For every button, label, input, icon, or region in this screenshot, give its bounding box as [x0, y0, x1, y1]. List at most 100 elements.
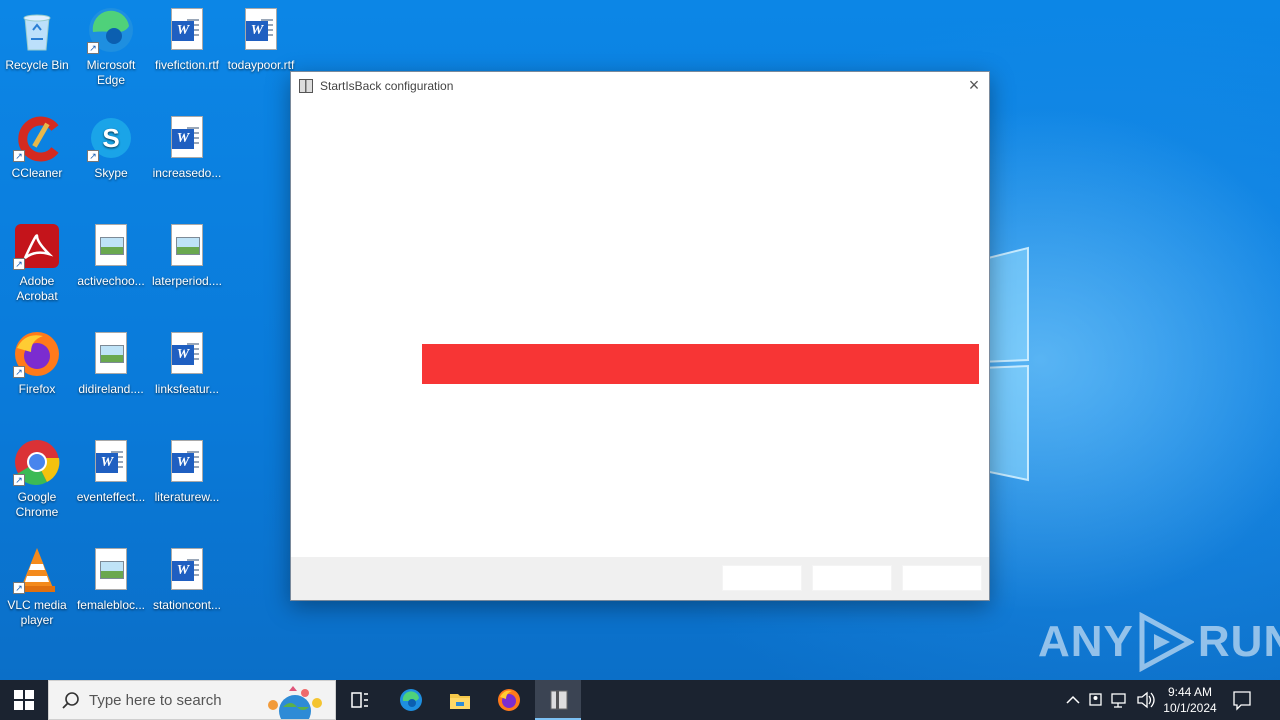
dialog-footer [291, 557, 989, 600]
notifications-icon[interactable] [1230, 680, 1254, 720]
acrobat-icon: ↗ [13, 222, 61, 270]
close-button[interactable]: × [959, 72, 989, 100]
desktop-icon-label: Microsoft Edge [86, 58, 136, 87]
desktop-icon-label: literaturew... [154, 490, 220, 504]
desktop-icon-label: todaypoor.rtf [227, 58, 295, 72]
system-clock[interactable]: 9:44 AM 10/1/2024 [1160, 680, 1220, 720]
word-icon: W [237, 6, 285, 54]
desktop-icon-skype[interactable]: S ↗ Skype [74, 108, 148, 181]
shortcut-arrow-icon: ↗ [13, 150, 25, 162]
firefox-icon [498, 689, 520, 711]
desktop-icon-laterperiod[interactable]: laterperiod.... [150, 216, 224, 289]
watermark-left: ANY [1038, 617, 1134, 666]
footer-button-3[interactable] [902, 565, 982, 591]
desktop-icon-label: linksfeatur... [154, 382, 220, 396]
clock-time: 9:44 AM [1167, 685, 1213, 699]
desktop-icon-vlc-media-player[interactable]: ↗ VLC media player [0, 540, 74, 628]
windows-start-icon [14, 690, 34, 710]
startisback-icon [550, 690, 568, 710]
desktop-icon-label: fivefiction.rtf [154, 58, 220, 72]
desktop-icon-increasedo[interactable]: Wincreasedo... [150, 108, 224, 181]
edge-icon [400, 689, 422, 711]
image-icon [87, 546, 135, 594]
desktop-icon-recycle-bin[interactable]: Recycle Bin [0, 0, 74, 73]
desktop-icon-label: activechoo... [77, 274, 145, 288]
network-icon[interactable] [1110, 680, 1132, 720]
taskbar-file-explorer[interactable] [436, 680, 482, 720]
clock-date: 10/1/2024 [1163, 701, 1217, 715]
show-hidden-icons-chevron-icon[interactable] [1063, 680, 1083, 720]
volume-icon[interactable] [1135, 680, 1157, 720]
word-icon: W [163, 330, 211, 378]
meet-now-icon[interactable] [1087, 680, 1107, 720]
desktop-icon-label: femalebloc... [76, 598, 146, 612]
dialog-title: StartIsBack configuration [320, 79, 454, 93]
desktop-icon-label: Recycle Bin [5, 58, 69, 72]
word-icon: W [163, 546, 211, 594]
weather-widget-icon[interactable] [259, 683, 331, 719]
shortcut-arrow-icon: ↗ [13, 474, 25, 486]
desktop-icon-microsoft-edge[interactable]: ↗ Microsoft Edge [74, 0, 148, 88]
desktop-icon-eventeffect[interactable]: Weventeffect... [74, 432, 148, 505]
desktop-icon-label: stationcont... [152, 598, 222, 612]
redacted-content-bar [422, 344, 979, 384]
word-icon: W [163, 6, 211, 54]
desktop-icon-label: Adobe Acrobat [16, 274, 58, 303]
desktop-icon-label: Skype [94, 166, 128, 180]
word-icon: W [163, 114, 211, 162]
desktop-icon-todaypoor-rtf[interactable]: Wtodaypoor.rtf [224, 0, 298, 73]
desktop-icon-stationcont[interactable]: Wstationcont... [150, 540, 224, 613]
desktop-icon-didireland[interactable]: didireland.... [74, 324, 148, 397]
desktop-icon-label: CCleaner [11, 166, 63, 180]
ccleaner-icon: ↗ [13, 114, 61, 162]
footer-button-2[interactable] [812, 565, 892, 591]
taskbar-startisback[interactable] [535, 680, 581, 720]
skype-icon: S ↗ [87, 114, 135, 162]
edge-icon: ↗ [87, 6, 135, 54]
desktop-icon-google-chrome[interactable]: ↗ Google Chrome [0, 432, 74, 520]
start-button[interactable] [0, 680, 48, 720]
desktop-icon-label: eventeffect... [76, 490, 146, 504]
desktop-icon-label: increasedo... [152, 166, 222, 180]
app-icon [299, 79, 313, 93]
image-icon [87, 222, 135, 270]
shortcut-arrow-icon: ↗ [87, 150, 99, 162]
desktop-icon-adobe-acrobat[interactable]: ↗ Adobe Acrobat [0, 216, 74, 304]
desktop-icon-firefox[interactable]: ↗ Firefox [0, 324, 74, 397]
folder-icon [450, 694, 470, 709]
chrome-icon: ↗ [13, 438, 61, 486]
desktop-icon-label: VLC media player [7, 598, 67, 627]
taskbar-edge[interactable] [387, 680, 433, 720]
desktop-icon-activechoo[interactable]: activechoo... [74, 216, 148, 289]
task-view-button[interactable] [336, 680, 382, 720]
desktop-icon-fivefiction-rtf[interactable]: Wfivefiction.rtf [150, 0, 224, 73]
word-icon: W [87, 438, 135, 486]
desktop-icon-label: laterperiod.... [151, 274, 223, 288]
desktop-icon-femalebloc[interactable]: femalebloc... [74, 540, 148, 613]
startisback-config-window[interactable]: StartIsBack configuration × [290, 71, 990, 601]
dialog-titlebar[interactable]: StartIsBack configuration × [291, 72, 989, 102]
shortcut-arrow-icon: ↗ [87, 42, 99, 54]
taskbar-firefox[interactable] [485, 680, 531, 720]
shortcut-arrow-icon: ↗ [13, 366, 25, 378]
desktop-icon-literaturew[interactable]: Wliteraturew... [150, 432, 224, 505]
shortcut-arrow-icon: ↗ [13, 258, 25, 270]
windows-logo-wallpaper [980, 246, 1029, 482]
anyrun-watermark: ANY RUN [1038, 612, 1280, 672]
word-icon: W [163, 438, 211, 486]
firefox-icon: ↗ [13, 330, 61, 378]
shortcut-arrow-icon: ↗ [13, 582, 25, 594]
svg-text:S: S [102, 123, 119, 153]
desktop-icon-label: didireland.... [78, 382, 144, 396]
desktop-icon-label: Firefox [18, 382, 56, 396]
image-icon [87, 330, 135, 378]
footer-button-1[interactable] [722, 565, 802, 591]
desktop-icon-linksfeatur[interactable]: Wlinksfeatur... [150, 324, 224, 397]
desktop-icon-ccleaner[interactable]: ↗ CCleaner [0, 108, 74, 181]
image-icon [163, 222, 211, 270]
desktop-icon-label: Google Chrome [15, 490, 59, 519]
recycle-icon [13, 6, 61, 54]
play-icon [1139, 612, 1194, 672]
taskbar-search-box[interactable]: Type here to search [48, 680, 336, 720]
vlc-icon: ↗ [13, 546, 61, 594]
